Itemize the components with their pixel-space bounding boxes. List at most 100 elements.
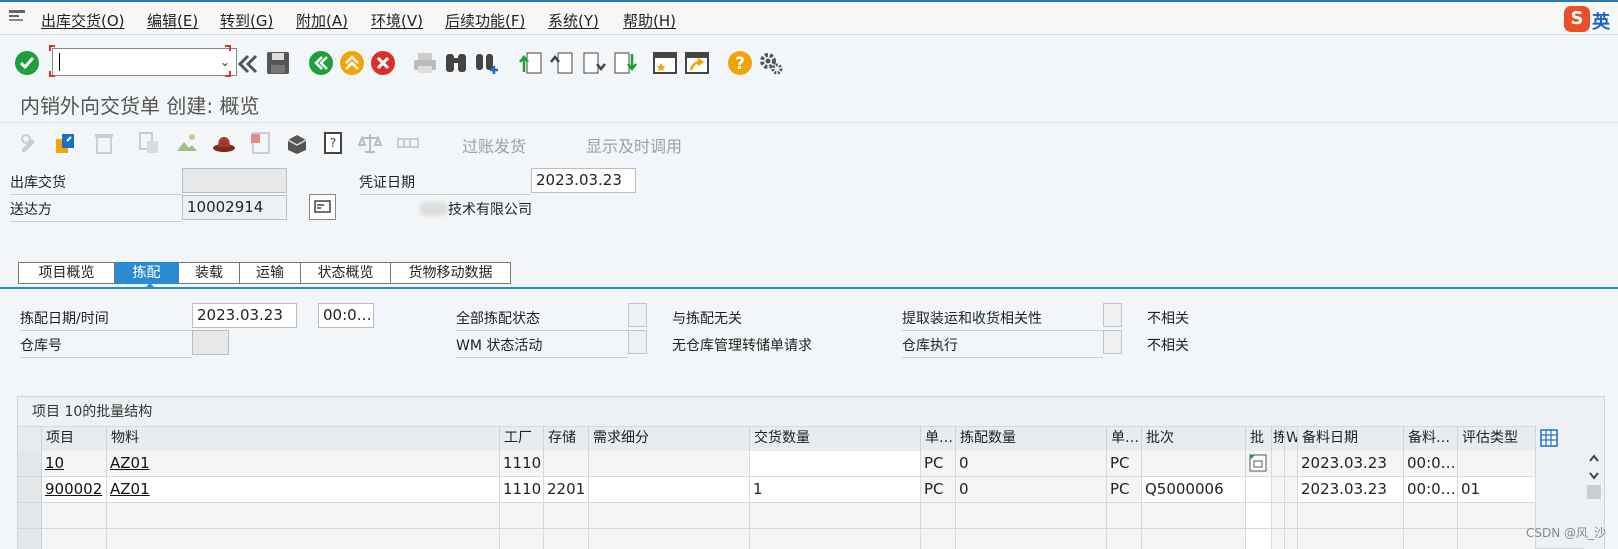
wm-activity-field[interactable]: [628, 330, 647, 354]
document-help-icon[interactable]: ?: [321, 131, 345, 155]
column-header[interactable]: W: [1285, 426, 1298, 451]
row-selector[interactable]: [18, 477, 42, 503]
table-cell-batch-flag[interactable]: [1246, 503, 1272, 529]
save-icon[interactable]: [265, 50, 291, 76]
table-cell-delivery-qty[interactable]: [750, 451, 921, 477]
column-header[interactable]: 拣: [1272, 426, 1285, 451]
tab-goods-movement-data[interactable]: 货物移动数据: [391, 262, 511, 284]
row-selector[interactable]: [18, 529, 42, 549]
menu-extras[interactable]: 附加(A): [296, 10, 348, 31]
package-icon[interactable]: [285, 131, 309, 155]
table-cell-material[interactable]: AZ01: [107, 451, 500, 477]
scroll-down-icon[interactable]: [1588, 471, 1600, 481]
first-page-icon[interactable]: [518, 50, 544, 76]
display-just-in-time-button[interactable]: 显示及时调用: [586, 133, 682, 157]
table-settings-icon[interactable]: [1540, 429, 1558, 447]
table-cell-storage[interactable]: 2201: [544, 477, 589, 503]
tab-status-overview[interactable]: 状态概览: [301, 262, 391, 284]
column-header[interactable]: 备料日期: [1298, 426, 1404, 451]
tab-picking[interactable]: 拣配: [115, 262, 179, 284]
next-page-icon[interactable]: [581, 50, 607, 76]
table-cell-valuation-type[interactable]: 01: [1458, 477, 1536, 503]
hat-icon[interactable]: [212, 131, 236, 155]
document-alert-icon[interactable]: [249, 131, 273, 155]
batch-split-details-icon[interactable]: [1249, 454, 1267, 472]
menu-outbound-delivery[interactable]: 出库交货(O): [41, 10, 125, 31]
column-header[interactable]: 单…: [1107, 426, 1142, 451]
menu-environment[interactable]: 环境(V): [371, 10, 423, 31]
tab-loading[interactable]: 装载: [179, 262, 240, 284]
menu-system[interactable]: 系统(Y): [548, 10, 599, 31]
address-details-icon[interactable]: [309, 194, 336, 220]
extraction-relevance-field[interactable]: [1103, 303, 1122, 327]
column-header[interactable]: 交货数量: [750, 426, 921, 451]
table-cell-staging-time[interactable]: 00:0…: [1404, 477, 1458, 503]
exit-icon[interactable]: [339, 50, 365, 76]
column-header[interactable]: 物料: [107, 426, 500, 451]
overall-pick-status-field[interactable]: [628, 303, 647, 327]
document-copy-icon[interactable]: [137, 131, 161, 155]
menu-goto[interactable]: 转到(G): [220, 10, 273, 31]
back-icon[interactable]: [308, 50, 334, 76]
enter-check-icon[interactable]: [14, 50, 40, 76]
column-header[interactable]: 批: [1246, 426, 1272, 451]
menu-toggle-icon[interactable]: [8, 9, 26, 23]
help-icon[interactable]: ?: [727, 50, 753, 76]
batch-split-icon[interactable]: [396, 131, 420, 155]
outbound-delivery-field[interactable]: [182, 168, 287, 193]
menu-help[interactable]: 帮助(H): [623, 10, 676, 31]
column-header[interactable]: 批次: [1142, 426, 1246, 451]
column-header[interactable]: 单…: [921, 426, 956, 451]
column-header[interactable]: 拣配数量: [956, 426, 1107, 451]
find-icon[interactable]: [443, 50, 469, 76]
find-next-icon[interactable]: [474, 50, 500, 76]
last-page-icon[interactable]: [612, 50, 638, 76]
table-cell-plant[interactable]: 1110: [500, 477, 544, 503]
column-header[interactable]: 需求细分: [589, 426, 750, 451]
cancel-icon[interactable]: [370, 50, 396, 76]
previous-page-icon[interactable]: [549, 50, 575, 76]
create-session-icon[interactable]: [652, 50, 678, 76]
command-field[interactable]: ⌄: [52, 48, 237, 76]
warehouse-number-field[interactable]: [192, 330, 229, 355]
column-header[interactable]: 存储: [544, 426, 589, 451]
column-header[interactable]: 工厂: [500, 426, 544, 451]
table-cell-batch[interactable]: Q5000006: [1142, 477, 1246, 503]
table-cell-item[interactable]: 900002: [42, 477, 107, 503]
column-header[interactable]: 评估类型: [1458, 426, 1536, 451]
balance-scale-icon[interactable]: [358, 131, 382, 155]
tab-item-overview[interactable]: 项目概览: [18, 262, 115, 284]
row-selector[interactable]: [18, 503, 42, 529]
double-chevron-left-icon[interactable]: [235, 51, 261, 77]
generate-shortcut-icon[interactable]: [684, 50, 710, 76]
column-header[interactable]: 备料…: [1404, 426, 1458, 451]
ship-to-field[interactable]: 10002914: [182, 195, 287, 220]
warehouse-execution-field[interactable]: [1103, 330, 1122, 354]
menu-edit[interactable]: 编辑(E): [147, 10, 198, 31]
table-cell-delivery-qty[interactable]: 1: [750, 477, 921, 503]
copy-transfer-icon[interactable]: [53, 131, 77, 155]
picture-icon[interactable]: [175, 131, 199, 155]
row-selector[interactable]: [18, 451, 42, 477]
table-cell-req-segment[interactable]: [589, 477, 750, 503]
scroll-up-icon[interactable]: [1588, 453, 1600, 463]
print-icon[interactable]: [412, 50, 438, 76]
display-change-icon[interactable]: [18, 131, 42, 155]
chevron-down-icon[interactable]: ⌄: [220, 55, 230, 69]
table-cell-staging-date[interactable]: 2023.03.23: [1298, 477, 1404, 503]
tab-transport[interactable]: 运输: [240, 262, 301, 284]
delete-icon[interactable]: [92, 131, 116, 155]
column-header[interactable]: 项目: [42, 426, 107, 451]
settings-gear-icon[interactable]: [758, 50, 784, 76]
ime-indicator[interactable]: S 英: [1564, 6, 1614, 33]
select-all-header[interactable]: [18, 426, 42, 451]
pick-time-field[interactable]: 00:0…: [318, 303, 374, 328]
table-cell-item[interactable]: 10: [42, 451, 107, 477]
pick-date-field[interactable]: 2023.03.23: [192, 303, 297, 328]
document-date-field[interactable]: 2023.03.23: [531, 168, 636, 193]
scroll-thumb[interactable]: [1587, 485, 1601, 499]
table-cell-batch-flag[interactable]: [1246, 477, 1272, 503]
table-cell-batch-flag[interactable]: [1246, 529, 1272, 549]
table-cell-material[interactable]: AZ01: [107, 477, 500, 503]
post-goods-issue-button[interactable]: 过账发货: [462, 133, 526, 157]
